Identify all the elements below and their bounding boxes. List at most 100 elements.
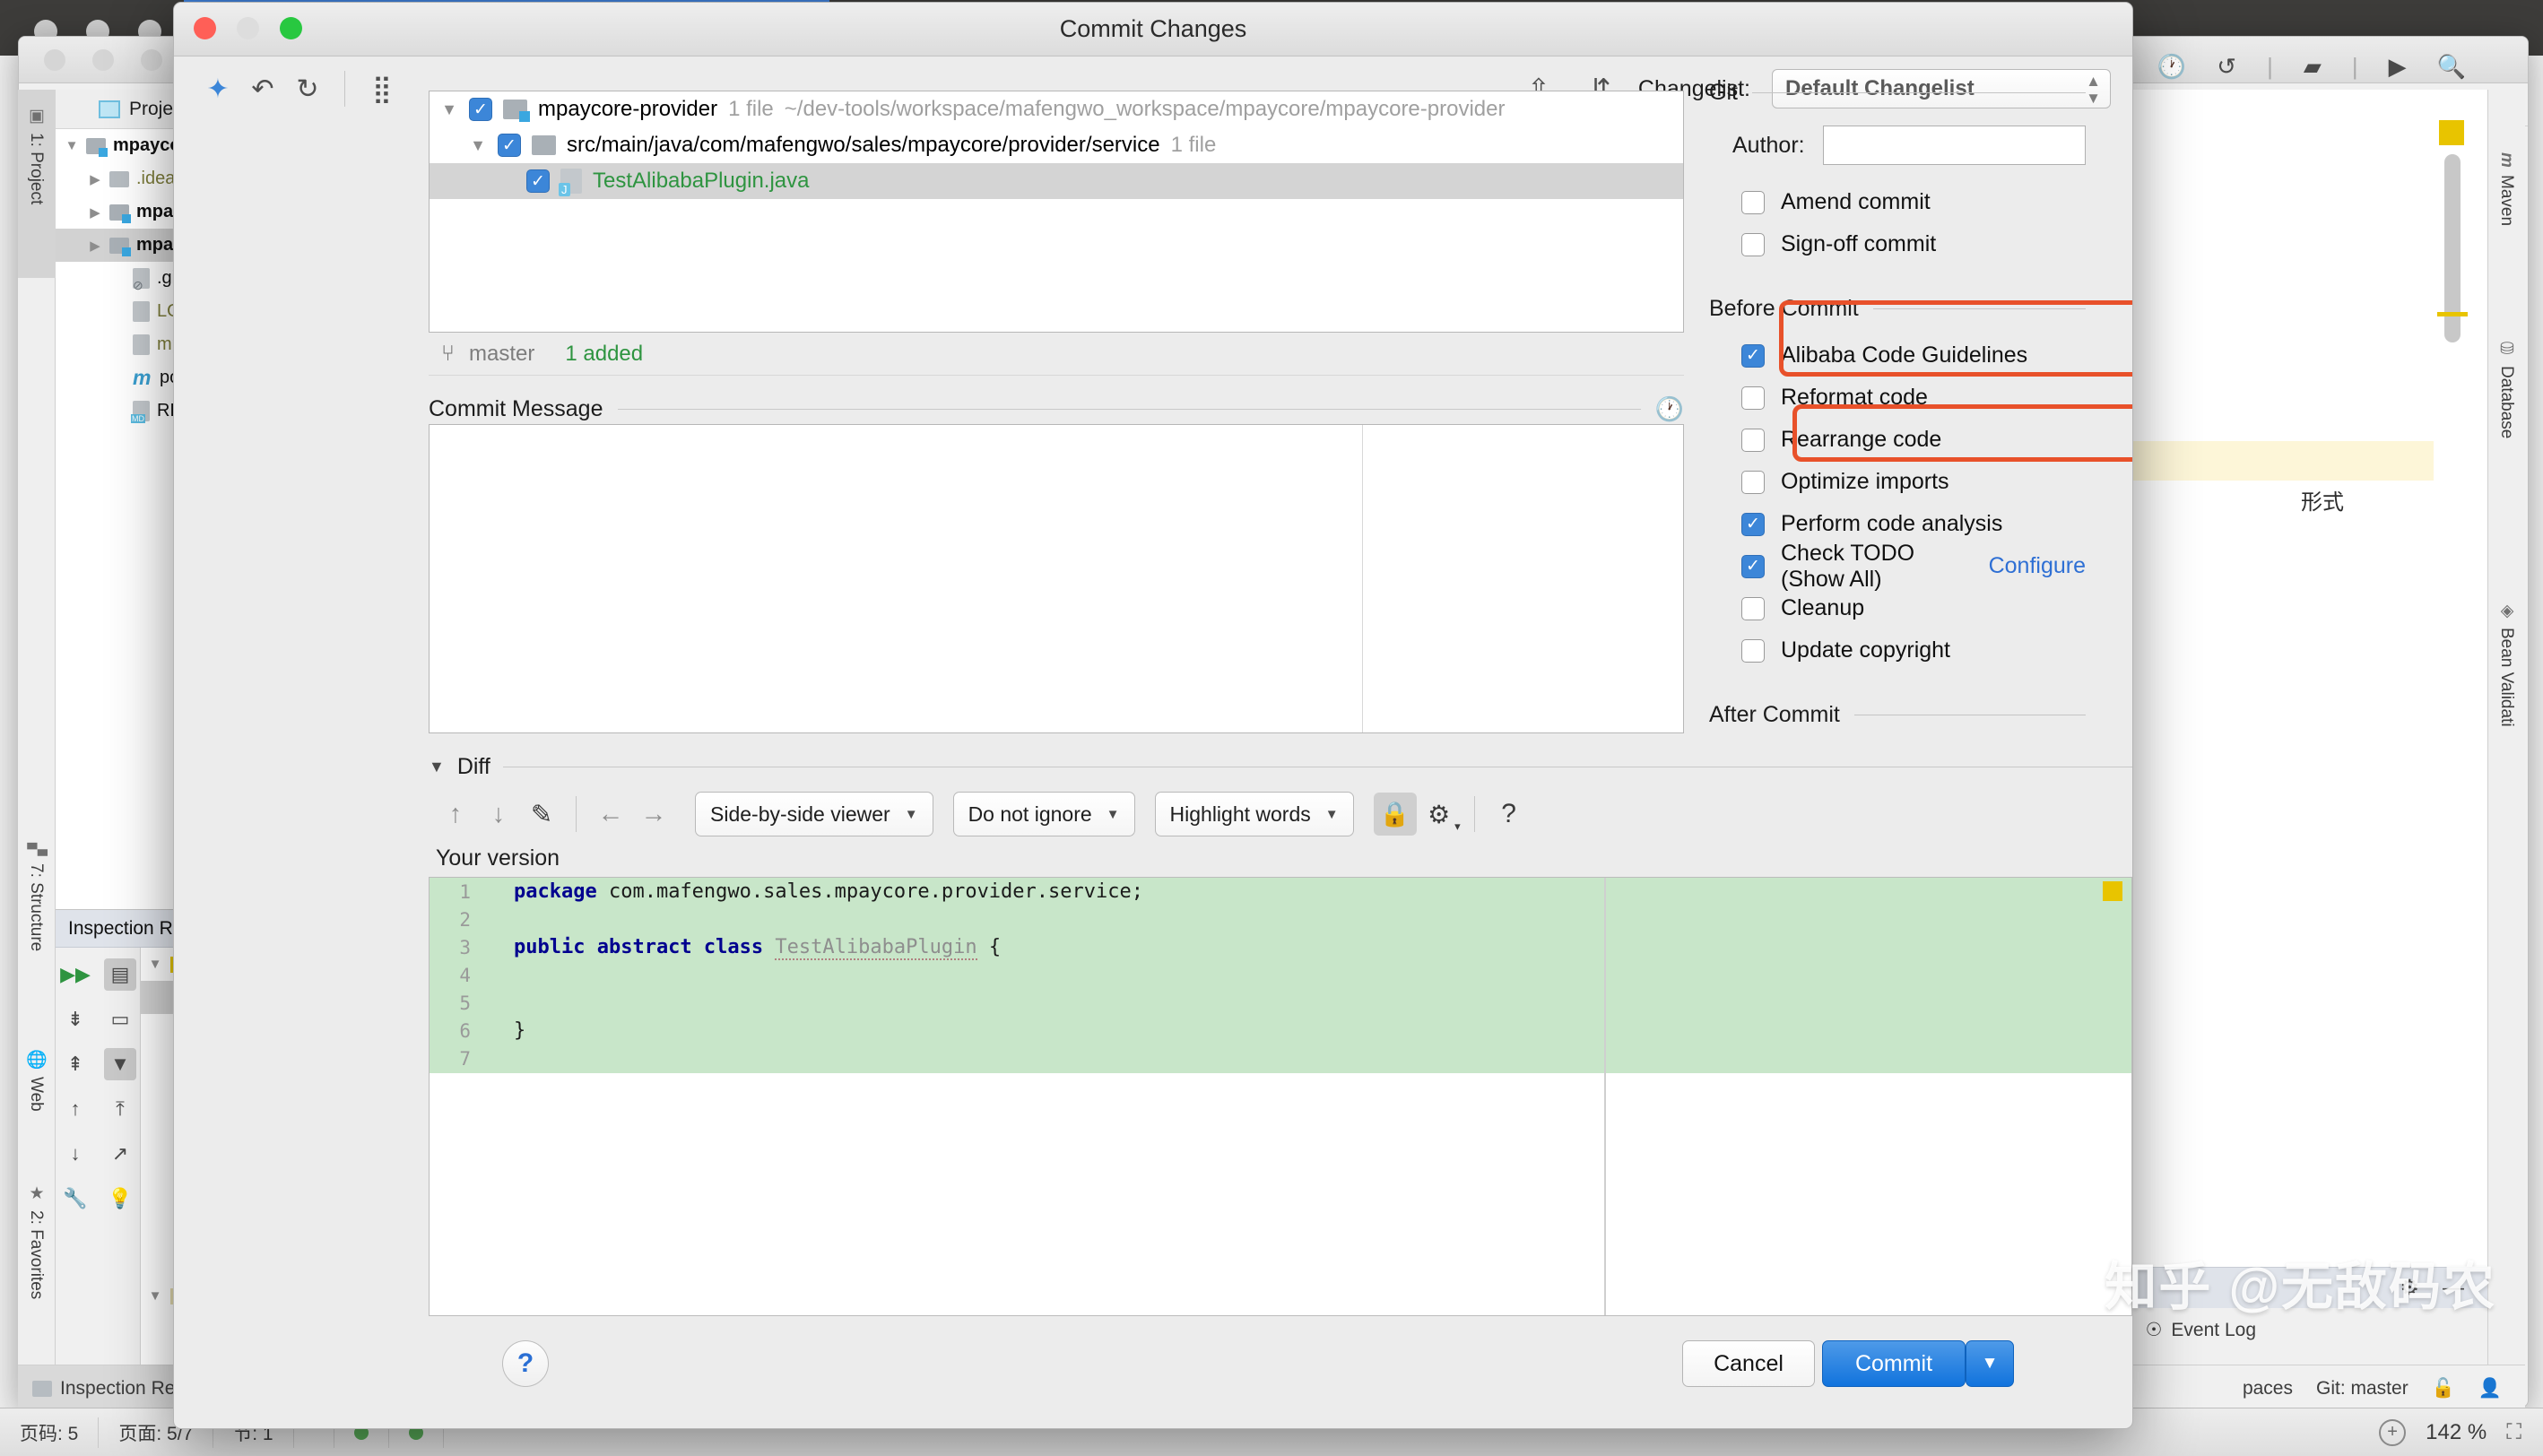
group-by-icon[interactable]: ⣿ <box>360 66 404 111</box>
commit-message-divider <box>1362 425 1363 732</box>
show-diff-icon[interactable]: ✦ <box>195 66 240 111</box>
sidebar-tab-bean-validation-label: Bean Validati <box>2497 628 2516 727</box>
accept-right-icon[interactable]: → <box>632 793 675 836</box>
tree-expand-triangle-icon[interactable]: ▶ <box>88 238 102 254</box>
sidebar-tab-bean-validation[interactable]: ◈ Bean Validati <box>2487 592 2525 736</box>
before-commit-option-row[interactable]: ✓ Perform code analysis <box>1709 503 2086 545</box>
before-commit-option-row[interactable]: ✓ Check TODO (Show All) Configure <box>1709 541 2086 592</box>
git-option-row[interactable]: Sign-off commit <box>1709 223 2086 265</box>
tree-expand-triangle-icon[interactable]: ▶ <box>88 204 102 221</box>
accept-left-icon[interactable]: ← <box>589 793 632 836</box>
line-number: 7 <box>459 1047 471 1070</box>
previous-difference-icon[interactable]: ↑ <box>434 793 477 836</box>
minimize-icon[interactable]: — <box>2443 1276 2464 1301</box>
before-commit-option-row[interactable]: Cleanup <box>1709 587 2086 629</box>
before-commit-option-row[interactable]: Reformat code <box>1709 377 2086 419</box>
next-difference-icon[interactable]: ↓ <box>477 793 520 836</box>
open-external-icon[interactable]: ↗ <box>104 1138 136 1170</box>
tree-collapse-triangle-icon[interactable]: ▼ <box>148 1288 162 1304</box>
expand-all-icon[interactable]: ⇟ <box>59 1003 91 1036</box>
read-only-lock-icon[interactable]: 🔒 <box>1373 793 1417 836</box>
commit-dropdown-button[interactable]: ▼ <box>1966 1340 2014 1387</box>
filter-icon[interactable]: ▼ <box>104 1048 136 1080</box>
zoom-in-button[interactable]: + <box>2379 1418 2407 1446</box>
file-include-checkbox[interactable]: ✓ <box>526 169 550 193</box>
commit-message-input[interactable] <box>430 425 1360 732</box>
group-by-severity-icon[interactable]: ▤ <box>104 958 136 991</box>
status-spaces-label[interactable]: paces <box>2243 1378 2293 1400</box>
before-commit-option-checkbox[interactable] <box>1741 428 1765 452</box>
history-clock-icon[interactable]: 🕐 <box>2157 53 2186 81</box>
previous-occurrence-icon[interactable]: ↑ <box>59 1093 91 1125</box>
group-by-directory-icon[interactable]: ▭ <box>104 1003 136 1036</box>
configure-link[interactable]: Configure <box>1989 553 2086 579</box>
changed-file-row[interactable]: ▶✓TestAlibabaPlugin.java <box>430 163 1683 199</box>
tree-collapse-triangle-icon[interactable]: ▼ <box>148 957 162 972</box>
file-include-checkbox[interactable]: ✓ <box>469 98 492 121</box>
git-option-checkbox[interactable] <box>1741 190 1765 214</box>
before-commit-option-label: Cleanup <box>1781 595 1865 620</box>
sidebar-tab-maven[interactable]: m Maven <box>2487 143 2525 235</box>
before-commit-option-checkbox[interactable] <box>1741 596 1765 620</box>
before-commit-option-checkbox[interactable]: ✓ <box>1741 512 1765 536</box>
collapse-all-icon[interactable]: ⇞ <box>59 1048 91 1080</box>
before-commit-option-checkbox[interactable]: ✓ <box>1741 343 1765 368</box>
sidebar-tab-favorites[interactable]: ★ 2: Favorites <box>17 1174 55 1308</box>
cancel-button[interactable]: Cancel <box>1682 1340 1815 1387</box>
export-up-icon[interactable]: ⤒ <box>104 1093 136 1125</box>
commit-button[interactable]: Commit <box>1822 1340 1966 1387</box>
rerun-icon[interactable]: ▶▶ <box>59 958 91 991</box>
before-commit-option-row[interactable]: Optimize imports <box>1709 461 2086 503</box>
sidebar-tab-structure[interactable]: ▞ 7: Structure <box>17 834 55 960</box>
before-commit-option-checkbox[interactable]: ✓ <box>1741 554 1765 578</box>
before-commit-option-checkbox[interactable] <box>1741 470 1765 494</box>
status-git-branch[interactable]: Git: master <box>2316 1378 2408 1400</box>
fit-screen-icon[interactable]: ⛶ <box>2506 1420 2521 1445</box>
undo-icon[interactable]: ↺ <box>2217 53 2236 81</box>
before-commit-option-row[interactable]: ✓ Alibaba Code Guidelines <box>1709 334 2086 377</box>
file-icon <box>133 334 150 355</box>
author-field[interactable] <box>1822 126 2086 165</box>
quick-fix-bulb-icon[interactable]: 💡 <box>104 1183 136 1215</box>
revert-icon[interactable]: ↶ <box>240 66 285 111</box>
before-commit-option-row[interactable]: Rearrange code <box>1709 419 2086 461</box>
sidebar-tab-web[interactable]: 🌐 Web <box>17 1040 55 1121</box>
diff-help-icon[interactable]: ? <box>1488 793 1531 836</box>
sidebar-tab-database[interactable]: ⛁ Database <box>2487 330 2525 447</box>
gear-icon[interactable]: ⚙ <box>2400 1275 2419 1301</box>
next-occurrence-icon[interactable]: ↓ <box>59 1138 91 1170</box>
collapse-triangle-icon[interactable]: ▼ <box>429 758 445 776</box>
changed-files-tree[interactable]: ▼ ✓ mpaycore-provider 1 file ~/dev-tools/wor… <box>429 91 1684 333</box>
before-commit-option-checkbox[interactable] <box>1741 638 1765 663</box>
help-button[interactable]: ? <box>502 1340 549 1387</box>
author-label: Author: <box>1732 132 1805 158</box>
tree-collapse-triangle-icon[interactable]: ▼ <box>469 136 487 155</box>
user-hat-icon[interactable]: 👤 <box>2478 1378 2502 1400</box>
highlight-mode-select[interactable]: Highlight words ▼ <box>1154 792 1354 836</box>
sidebar-tab-project[interactable]: ▣ 1: Project <box>17 97 55 213</box>
viewer-mode-select[interactable]: Side-by-side viewer ▼ <box>695 792 933 836</box>
lock-icon[interactable]: 🔓 <box>2432 1378 2455 1400</box>
changed-file-row[interactable]: ▼ ✓ src/main/java/com/mafengwo/sales/mpayc… <box>430 127 1683 163</box>
run-icon[interactable]: ▶ <box>2389 53 2407 81</box>
edit-source-icon[interactable]: ✎ <box>520 793 563 836</box>
before-commit-option-checkbox[interactable] <box>1741 386 1765 410</box>
commit-message-history-icon[interactable]: 🕐 <box>1655 395 1684 423</box>
refresh-icon[interactable]: ↻ <box>285 66 330 111</box>
before-commit-option-row[interactable]: Update copyright <box>1709 629 2086 672</box>
stepper-icon[interactable]: ▲ ▼ <box>2086 73 2101 107</box>
search-icon[interactable]: 🔍 <box>2437 53 2466 81</box>
file-include-checkbox[interactable]: ✓ <box>498 134 521 157</box>
changed-file-row[interactable]: ▼ ✓ mpaycore-provider 1 file ~/dev-tools/wor… <box>430 91 1683 127</box>
tree-collapse-triangle-icon[interactable]: ▼ <box>440 100 458 119</box>
module-settings-icon[interactable]: ▰ <box>2304 53 2322 81</box>
settings-wrench-icon[interactable]: 🔧 <box>59 1183 91 1215</box>
event-log-button[interactable]: ☉ Event Log <box>2146 1319 2256 1341</box>
git-option-checkbox[interactable] <box>1741 232 1765 256</box>
chevron-down-icon: ▼ <box>1106 806 1120 822</box>
tree-expand-triangle-icon[interactable]: ▶ <box>88 171 102 187</box>
git-option-row[interactable]: Amend commit <box>1709 181 2086 223</box>
tree-collapse-triangle-icon[interactable]: ▼ <box>65 138 79 153</box>
diff-settings-gear-icon[interactable]: ⚙ <box>1417 793 1462 836</box>
ignore-mode-select[interactable]: Do not ignore ▼ <box>952 792 1135 836</box>
